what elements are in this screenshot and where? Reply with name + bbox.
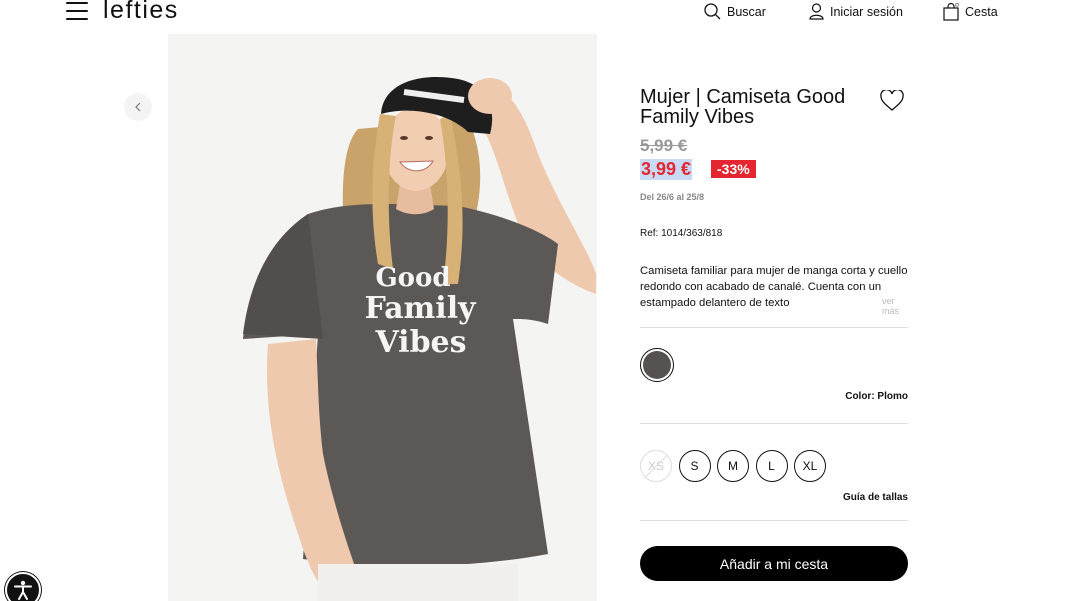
color-swatch-fill	[643, 351, 671, 379]
size-option-m[interactable]: M	[717, 450, 749, 482]
product-description: Camiseta familiar para mujer de manga co…	[640, 265, 908, 309]
user-icon	[809, 3, 824, 20]
shopping-bag-icon	[943, 3, 959, 21]
see-more-link[interactable]: ver más	[870, 296, 908, 316]
divider	[640, 423, 908, 424]
original-price: 5,99 €	[640, 136, 688, 155]
accessibility-button[interactable]	[5, 572, 41, 601]
sale-price: 3,99 €	[640, 159, 693, 180]
svg-text:Family: Family	[364, 291, 477, 326]
size-option-xl[interactable]: XL	[794, 450, 826, 482]
login-button[interactable]: Iniciar sesión	[809, 3, 903, 20]
login-label: Iniciar sesión	[830, 4, 903, 19]
product-reference: Ref: 1014/363/818	[640, 228, 723, 239]
gallery-previous-button[interactable]	[124, 93, 152, 121]
discount-badge: -33%	[711, 160, 756, 178]
search-button[interactable]: Buscar	[704, 3, 766, 20]
hamburger-menu-icon[interactable]	[66, 2, 88, 22]
site-header: lefties Buscar Iniciar sesión Cesta	[0, 0, 1068, 26]
selected-color-label: Color: Plomo	[845, 391, 908, 402]
cart-label: Cesta	[965, 5, 998, 19]
divider	[640, 327, 908, 328]
size-selector: XS S M L XL	[640, 450, 833, 482]
product-image[interactable]: Good Family Vibes	[168, 34, 597, 601]
brand-logo[interactable]: lefties	[103, 0, 179, 25]
svg-text:Vibes: Vibes	[374, 325, 466, 360]
wishlist-heart-icon[interactable]	[880, 88, 904, 117]
search-label: Buscar	[727, 4, 766, 19]
cart-button[interactable]: Cesta	[943, 3, 998, 21]
size-option-l[interactable]: L	[755, 450, 788, 482]
accessibility-icon	[14, 580, 32, 600]
product-title: Mujer | Camiseta Good Family Vibes	[640, 86, 846, 128]
size-option-s[interactable]: S	[678, 450, 711, 482]
search-icon	[704, 3, 721, 20]
size-guide-link[interactable]: Guía de tallas	[843, 492, 908, 503]
chevron-left-icon	[135, 102, 141, 112]
color-swatch-plomo[interactable]	[640, 348, 674, 382]
divider	[640, 520, 908, 521]
promo-dates: Del 26/6 al 25/8	[640, 192, 705, 202]
svg-text:Good: Good	[375, 263, 450, 293]
model-illustration: Good Family Vibes	[168, 34, 597, 601]
size-option-xs[interactable]: XS	[640, 450, 672, 482]
add-to-cart-button[interactable]: Añadir a mi cesta	[640, 546, 908, 581]
